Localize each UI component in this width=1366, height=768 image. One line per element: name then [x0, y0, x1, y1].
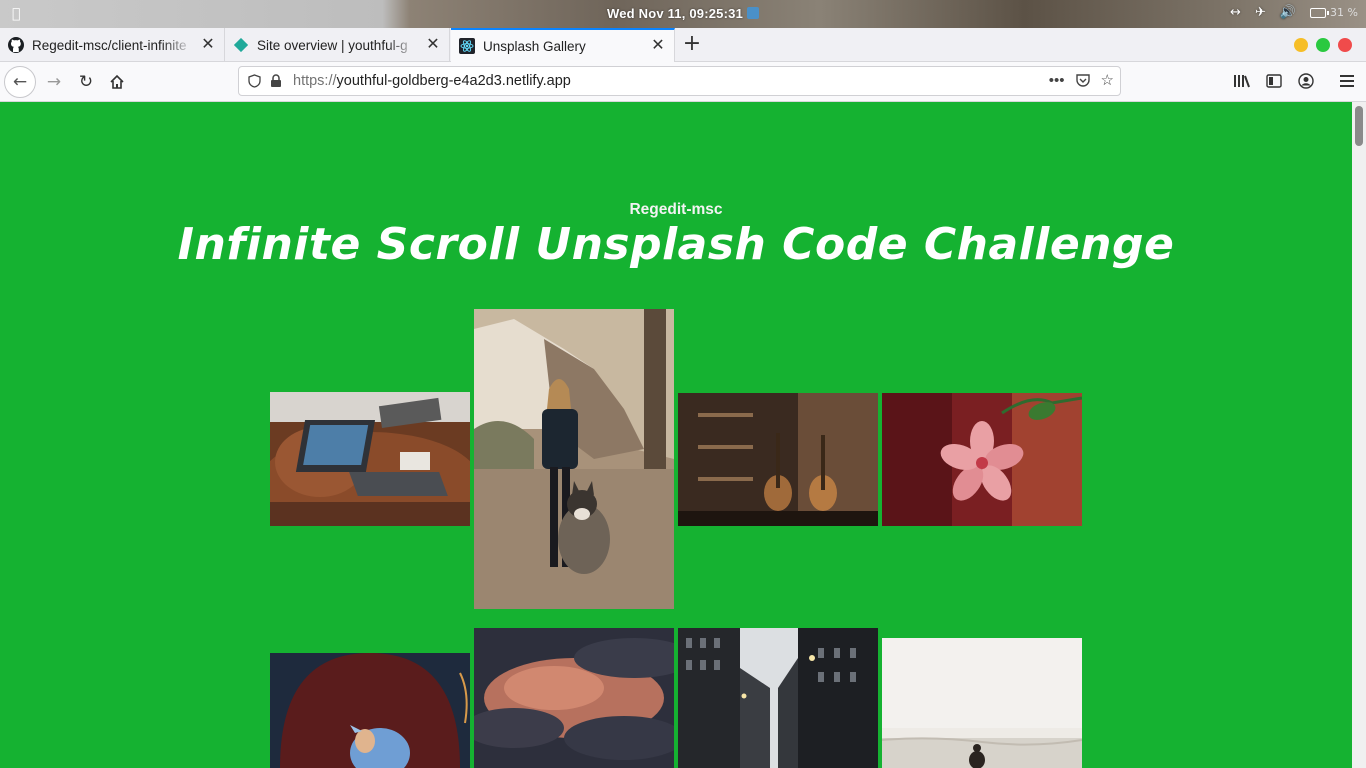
sidebar-icon[interactable]	[1264, 71, 1284, 91]
notification-icon	[747, 7, 759, 19]
tab-netlify[interactable]: Site overview | youthful-g ✕	[225, 28, 450, 62]
url-scheme: https://	[293, 73, 337, 89]
tab-strip: Regedit-msc/client-infinite ✕ Site overv…	[0, 28, 1366, 62]
clock-text: Wed Nov 11, 09:25:31	[607, 6, 743, 21]
tab-title: Unsplash Gallery	[483, 38, 586, 54]
close-tab-icon[interactable]: ✕	[650, 38, 666, 54]
scrollbar-thumb[interactable]	[1355, 106, 1363, 146]
window-controls	[1294, 38, 1352, 52]
page-actions-icon[interactable]: •••	[1049, 72, 1065, 89]
tab-title: Regedit-msc/client-infinite	[32, 37, 187, 53]
os-top-bar:  Wed Nov 11, 09:25:31 ↔ ✈ 🔊 31 %	[0, 0, 1366, 28]
netlify-icon	[233, 37, 249, 53]
reload-icon: ↻	[78, 72, 94, 92]
page-title: Infinite Scroll Unsplash Code Challenge	[177, 219, 1175, 270]
system-tray: ↔ ✈ 🔊 31 %	[1230, 5, 1358, 20]
photo-laptop-on-couch[interactable]	[270, 392, 470, 526]
library-icon[interactable]	[1232, 71, 1252, 91]
url-host: youthful-goldberg-e4a2d3.netlify.app	[336, 73, 571, 89]
home-button[interactable]	[101, 66, 133, 98]
airplane-mode-icon[interactable]: ✈	[1255, 5, 1266, 20]
bookmark-star-icon[interactable]: ☆	[1101, 71, 1114, 89]
battery-indicator[interactable]: 31 %	[1310, 6, 1358, 19]
tab-github[interactable]: Regedit-msc/client-infinite ✕	[0, 28, 225, 62]
url-actions: ••• ☆	[1049, 71, 1114, 90]
vertical-scrollbar[interactable]	[1352, 102, 1366, 768]
forward-button[interactable]: →	[38, 66, 70, 98]
account-icon[interactable]	[1296, 71, 1316, 91]
battery-icon	[1310, 7, 1330, 18]
close-window-button[interactable]	[1338, 38, 1352, 52]
address-bar[interactable]: https://youthful-goldberg-e4a2d3.netlify…	[238, 66, 1121, 96]
close-tab-icon[interactable]: ✕	[425, 37, 441, 53]
photo-city-street[interactable]	[678, 628, 878, 768]
github-icon	[8, 37, 24, 53]
close-tab-icon[interactable]: ✕	[200, 37, 216, 53]
volume-icon[interactable]: 🔊	[1280, 5, 1296, 20]
minimize-button[interactable]	[1294, 38, 1308, 52]
clock[interactable]: Wed Nov 11, 09:25:31	[0, 6, 1366, 21]
photo-child-in-hood[interactable]	[270, 653, 470, 768]
arrow-right-icon: →	[46, 72, 62, 92]
photo-beach-walker[interactable]	[882, 638, 1082, 768]
photo-pink-flower[interactable]	[882, 393, 1082, 526]
url-text: https://youthful-goldberg-e4a2d3.netlify…	[293, 73, 571, 89]
network-icon[interactable]: ↔	[1230, 5, 1241, 20]
pocket-icon[interactable]	[1075, 72, 1091, 88]
tracking-protection-icon[interactable]	[243, 74, 265, 88]
menu-icon[interactable]	[1337, 71, 1357, 91]
photo-sunset-clouds[interactable]	[474, 628, 674, 768]
photo-guitars-in-room[interactable]	[678, 393, 878, 526]
new-tab-button[interactable]: +	[680, 32, 704, 58]
maximize-button[interactable]	[1316, 38, 1330, 52]
tab-title: Site overview | youthful-g	[257, 37, 408, 53]
lock-icon[interactable]	[265, 74, 287, 88]
back-button[interactable]: ←	[4, 66, 36, 98]
photo-woman-with-husky[interactable]	[474, 309, 674, 609]
home-icon	[110, 74, 124, 89]
battery-percent: 31 %	[1330, 6, 1358, 19]
tab-unsplash-gallery[interactable]: Unsplash Gallery ✕	[451, 28, 675, 62]
react-icon	[459, 38, 475, 54]
reload-button[interactable]: ↻	[70, 66, 102, 98]
arrow-left-icon: ←	[12, 72, 28, 92]
page-content: Regedit-msc Infinite Scroll Unsplash Cod…	[0, 102, 1352, 768]
navigation-toolbar: ← → ↻ https://youthful-goldberg-e4a2d3.n…	[0, 62, 1366, 102]
author-name: Regedit-msc	[629, 201, 723, 218]
